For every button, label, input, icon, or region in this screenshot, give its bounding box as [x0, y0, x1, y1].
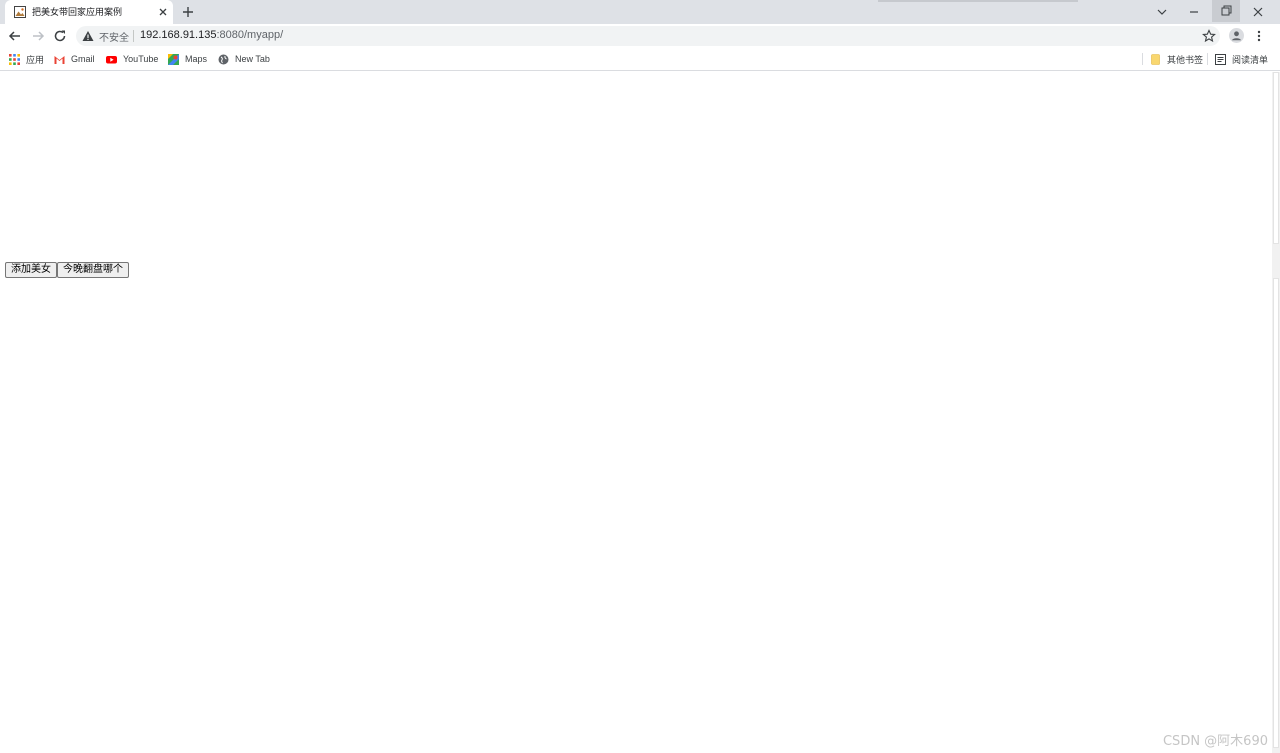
warning-icon	[82, 31, 94, 41]
notification-shadow	[878, 0, 1078, 2]
reading-list-icon	[1215, 53, 1226, 65]
new-tab-icon[interactable]	[181, 5, 195, 19]
tonight-pick-button[interactable]: 今晚翻盘哪个	[57, 262, 129, 278]
scrollbar-segment[interactable]	[1273, 72, 1279, 244]
bookmark-label: YouTube	[123, 54, 159, 64]
maps-icon	[168, 53, 179, 65]
bookmark-label: Gmail	[71, 54, 95, 64]
folder-icon	[1151, 53, 1160, 65]
gmail-icon	[54, 55, 65, 64]
scrollbar-thumb[interactable]	[1273, 278, 1279, 748]
bookmark-divider	[1142, 53, 1143, 65]
restore-icon	[1221, 5, 1232, 16]
bookmark-new-tab[interactable]: New Tab	[218, 52, 270, 66]
bookmark-other[interactable]: 其他书签	[1150, 52, 1203, 66]
reload-icon[interactable]	[52, 28, 68, 44]
bookmark-label: 应用	[26, 55, 45, 66]
profile-avatar-icon[interactable]	[1229, 28, 1244, 43]
minimize-icon[interactable]	[1185, 3, 1203, 21]
bookmark-apps[interactable]: 应用	[9, 52, 44, 66]
url-text[interactable]: 192.168.91.135:8080/myapp/	[140, 29, 283, 41]
security-label[interactable]: 不安全	[99, 29, 129, 44]
apps-grid-icon	[9, 53, 20, 65]
youtube-icon	[106, 55, 117, 63]
bookmarks-bar: 应用 Gmail YouTube Maps New Tab 其他书签 阅读清单	[0, 48, 1280, 71]
close-window-icon[interactable]	[1249, 3, 1267, 21]
url-host: 192.168.91.135	[140, 29, 217, 41]
bookmark-label: 其他书签	[1167, 55, 1204, 66]
reading-list[interactable]: 阅读清单	[1215, 52, 1268, 66]
close-icon[interactable]	[156, 5, 170, 19]
address-bar[interactable]: 不安全 192.168.91.135:8080/myapp/	[76, 26, 1220, 46]
browser-toolbar: 不安全 192.168.91.135:8080/myapp/	[0, 24, 1280, 48]
bookmark-youtube[interactable]: YouTube	[106, 52, 158, 66]
bookmark-label: New Tab	[235, 54, 270, 64]
bookmark-star-icon[interactable]	[1202, 29, 1216, 43]
forward-arrow-icon[interactable]	[30, 28, 46, 44]
kebab-menu-icon[interactable]	[1253, 29, 1265, 43]
add-beauty-button[interactable]: 添加美女	[5, 262, 57, 278]
bookmark-label: 阅读清单	[1232, 55, 1269, 66]
bookmark-gmail[interactable]: Gmail	[54, 52, 95, 66]
back-arrow-icon[interactable]	[7, 28, 23, 44]
watermark: CSDN @阿木690	[1162, 734, 1268, 749]
tab-title: 把美女带回家应用案例	[32, 8, 123, 18]
bookmark-divider	[1207, 53, 1208, 65]
chevron-down-icon[interactable]	[1153, 3, 1171, 21]
globe-icon	[218, 54, 229, 64]
tab-strip: 把美女带回家应用案例	[0, 0, 1280, 24]
browser-tab[interactable]: 把美女带回家应用案例	[5, 0, 173, 24]
picture-icon	[14, 6, 26, 18]
restore-button[interactable]	[1212, 0, 1240, 22]
bookmark-label: Maps	[185, 54, 208, 64]
url-path: :8080/myapp/	[216, 29, 284, 41]
bookmark-maps[interactable]: Maps	[168, 52, 207, 66]
url-divider	[133, 30, 134, 42]
page-viewport: 添加美女 今晚翻盘哪个	[0, 72, 1272, 753]
